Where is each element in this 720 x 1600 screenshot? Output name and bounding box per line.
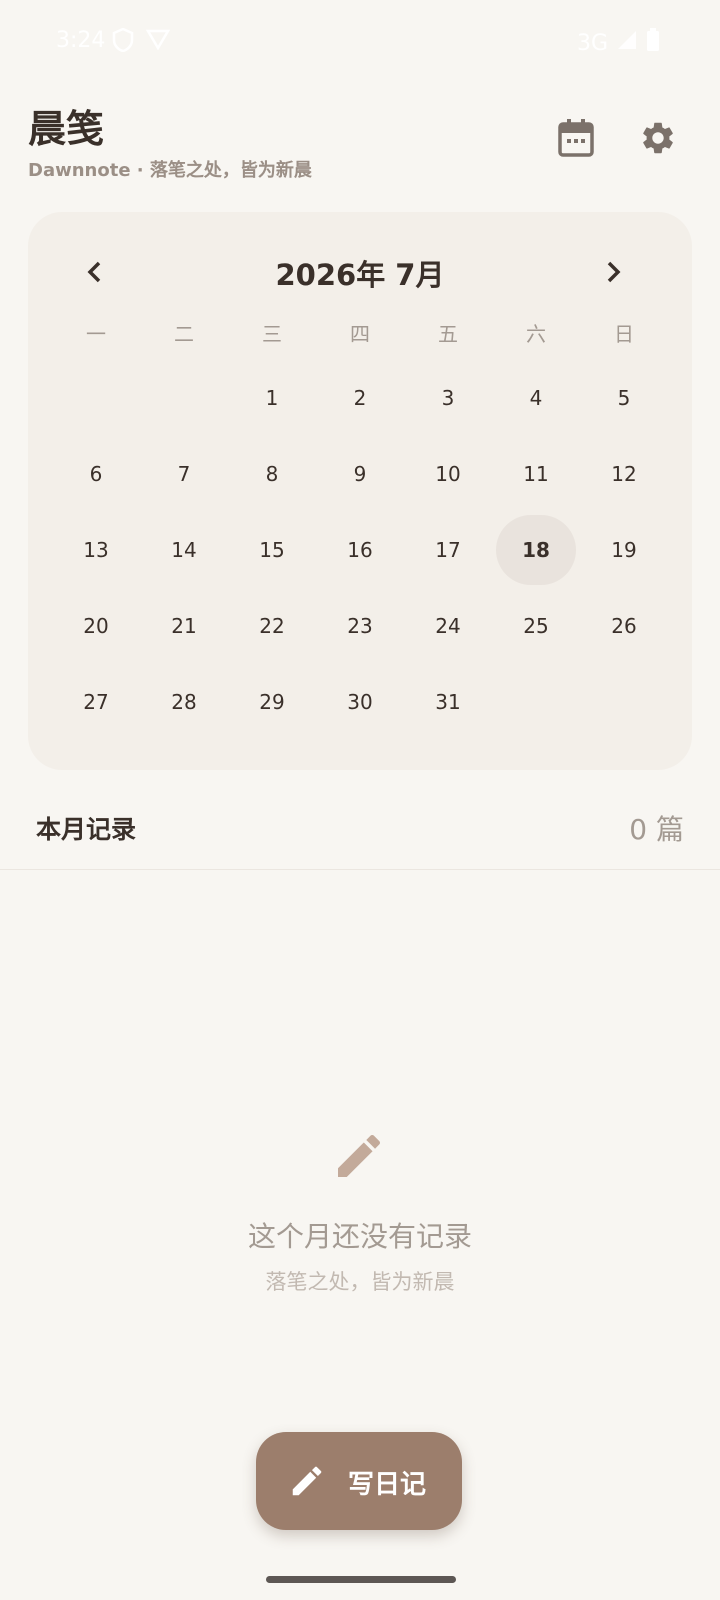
app-title: 晨笺 [28, 107, 105, 151]
calendar-day-empty [140, 368, 228, 428]
calendar-button[interactable] [552, 114, 600, 162]
calendar-week: 20 21 22 23 24 25 26 [52, 596, 668, 656]
vpn-icon [145, 28, 171, 56]
calendar-day[interactable]: 9 [316, 444, 404, 504]
app-header: 晨笺 Dawnnote · 落笔之处，皆为新晨 [28, 96, 688, 196]
calendar-week: 1 2 3 4 5 [52, 368, 668, 428]
calendar-day[interactable]: 6 [52, 444, 140, 504]
records-label: 本月记录 [36, 815, 137, 844]
calendar-day[interactable]: 17 [404, 520, 492, 580]
write-diary-label: 写日记 [348, 1470, 427, 1500]
calendar-day[interactable]: 10 [404, 444, 492, 504]
calendar-day[interactable]: 21 [140, 596, 228, 656]
calendar-day[interactable]: 3 [404, 368, 492, 428]
signal-icon [616, 29, 638, 57]
weekday-label: 三 [262, 322, 282, 346]
pencil-icon [331, 1128, 387, 1184]
calendar-day[interactable]: 15 [228, 520, 316, 580]
home-indicator[interactable] [266, 1576, 456, 1583]
shield-icon [112, 27, 134, 58]
weekday-label: 二 [174, 322, 194, 346]
status-time: 3:24 [56, 28, 106, 53]
calendar-day-empty [52, 368, 140, 428]
calendar-day[interactable]: 23 [316, 596, 404, 656]
calendar-day[interactable]: 1 [228, 368, 316, 428]
status-bar: 3:24 3G [0, 0, 720, 86]
gear-icon [643, 122, 673, 154]
weekday-label: 一 [86, 322, 106, 346]
calendar-card: 2026年 7月 一 二 三 四 五 六 日 1 2 3 4 5 6 7 8 9… [28, 212, 692, 770]
calendar-day[interactable]: 7 [140, 444, 228, 504]
calendar-day[interactable]: 28 [140, 672, 228, 732]
calendar-day[interactable]: 27 [52, 672, 140, 732]
app-subtitle: Dawnnote · 落笔之处，皆为新晨 [28, 160, 312, 181]
calendar-day[interactable]: 26 [580, 596, 668, 656]
month-title: 2026年 7月 [275, 258, 445, 292]
calendar-day[interactable]: 31 [404, 672, 492, 732]
calendar-icon [558, 119, 594, 157]
calendar-day[interactable]: 4 [492, 368, 580, 428]
pencil-icon [292, 1466, 322, 1496]
calendar-day[interactable]: 22 [228, 596, 316, 656]
calendar-day[interactable]: 12 [580, 444, 668, 504]
calendar-day-empty [492, 672, 580, 732]
calendar-week: 27 28 29 30 31 [52, 672, 668, 732]
calendar-week: 13 14 15 16 17 18 19 [52, 515, 668, 585]
write-diary-button[interactable]: 写日记 [256, 1432, 462, 1530]
weekday-label: 五 [438, 322, 458, 346]
empty-state-title: 这个月还没有记录 [247, 1220, 472, 1253]
records-summary: 本月记录 0 篇 [0, 790, 720, 870]
records-count: 0 篇 [629, 813, 684, 846]
chevron-right-icon [607, 261, 621, 283]
settings-button[interactable] [634, 114, 682, 162]
calendar-day[interactable]: 13 [52, 520, 140, 580]
weekday-label: 四 [350, 322, 370, 346]
calendar-day[interactable]: 2 [316, 368, 404, 428]
weekday-label: 六 [526, 322, 546, 346]
calendar-day[interactable]: 5 [580, 368, 668, 428]
calendar-day[interactable]: 8 [228, 444, 316, 504]
calendar-day[interactable]: 20 [52, 596, 140, 656]
empty-state-subtitle: 落笔之处，皆为新晨 [265, 1270, 455, 1294]
calendar-day[interactable]: 29 [228, 672, 316, 732]
battery-icon [646, 28, 660, 58]
calendar-day[interactable]: 30 [316, 672, 404, 732]
calendar-day[interactable]: 25 [492, 596, 580, 656]
calendar-day-today[interactable]: 18 [492, 515, 580, 585]
calendar-day[interactable]: 14 [140, 520, 228, 580]
calendar-day[interactable]: 24 [404, 596, 492, 656]
weekday-label: 日 [614, 322, 634, 346]
calendar-day-empty [580, 672, 668, 732]
calendar-day[interactable]: 19 [580, 520, 668, 580]
calendar-day[interactable]: 16 [316, 520, 404, 580]
next-month-button[interactable] [594, 252, 634, 292]
calendar-day[interactable]: 11 [492, 444, 580, 504]
weekday-header: 一 二 三 四 五 六 日 [52, 304, 668, 364]
network-type: 3G [576, 30, 608, 56]
calendar-week: 6 7 8 9 10 11 12 [52, 444, 668, 504]
